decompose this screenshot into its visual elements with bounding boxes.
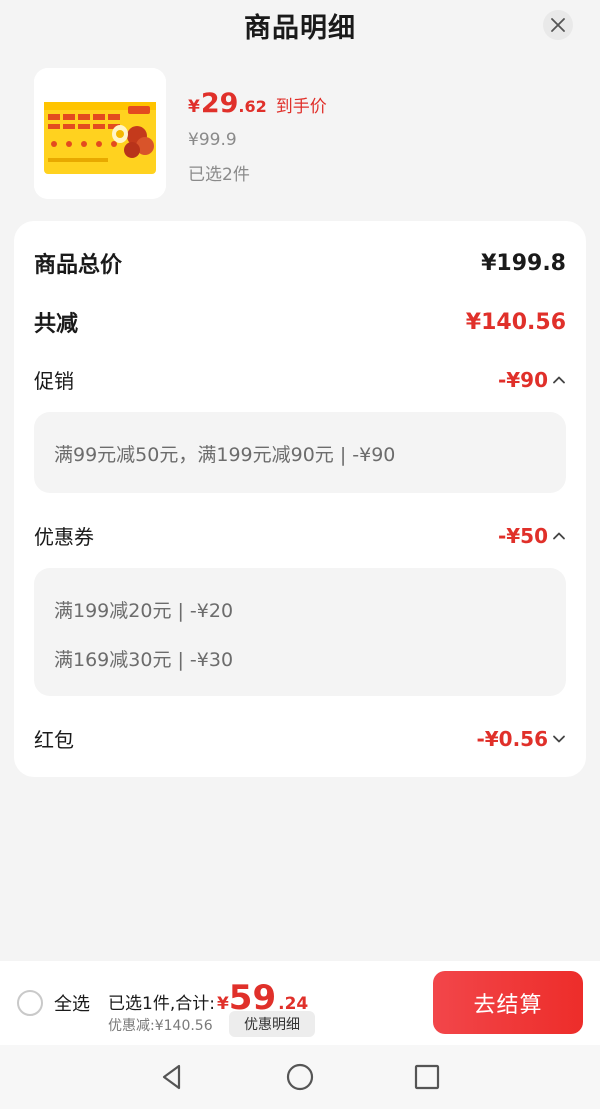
redpacket-value: -¥0.56 (476, 726, 548, 751)
price-symbol: ¥ (188, 97, 200, 117)
close-button[interactable] (543, 10, 573, 40)
page-title: 商品明细 (244, 13, 356, 44)
select-all-checkbox[interactable] (17, 990, 43, 1016)
checkout-button[interactable]: 去结算 (433, 971, 583, 1034)
total-price-label: 商品总价 (34, 253, 123, 278)
chevron-up-icon[interactable] (552, 373, 566, 387)
order-total-label: 已选1件,合计: (108, 994, 215, 1014)
promo-row[interactable]: 促销 -¥90 (34, 365, 566, 394)
total-reduce-label: 共减 (34, 312, 79, 337)
redpacket-row[interactable]: 红包 -¥0.56 (34, 724, 566, 753)
header: 商品明细 (0, 0, 600, 52)
original-price: ¥99.9 (188, 130, 237, 150)
recents-icon[interactable] (411, 1061, 443, 1093)
discount-detail-button[interactable]: 优惠明细 (229, 1011, 315, 1037)
coupon-detail-line: 满169减30元 | -¥30 (54, 649, 234, 671)
price-integer: 29 (200, 88, 239, 119)
promo-detail-box: 满99元减50元，满199元减90元 | -¥90 (34, 412, 566, 493)
close-icon (551, 18, 565, 32)
coupon-value: -¥50 (497, 523, 548, 548)
bottom-bar: 全选 已选1件,合计: ¥ 59 .24 优惠减:¥140.56 优惠明细 去结… (0, 961, 600, 1045)
price-tag: 到手价 (275, 97, 327, 117)
discount-amount: 优惠减:¥140.56 (108, 1018, 213, 1034)
redpacket-label: 红包 (34, 728, 74, 752)
select-all-label[interactable]: 全选 (54, 990, 90, 1016)
coupon-detail-line: 满199减20元 | -¥20 (54, 600, 234, 622)
promo-detail-line: 满99元减50元，满199元减90元 | -¥90 (54, 444, 396, 466)
price-decimal: .62 (238, 97, 267, 116)
home-icon[interactable] (284, 1061, 316, 1093)
coupon-detail-box: 满199减20元 | -¥20 满169减30元 | -¥30 (34, 568, 566, 696)
total-price-value: ¥199.8 (481, 250, 566, 276)
coupon-label: 优惠券 (34, 525, 94, 549)
order-total-symbol: ¥ (216, 994, 229, 1014)
selected-count: 已选2件 (188, 165, 250, 185)
price-summary-card: 商品总价 ¥199.8 共减 ¥140.56 促销 -¥90 满99元减50元，… (14, 221, 586, 777)
promo-value: -¥90 (497, 367, 548, 392)
chevron-down-icon[interactable] (552, 732, 566, 746)
total-reduce-row: 共减 ¥140.56 (34, 306, 566, 338)
product-price: ¥ 29 .62 到手价 (188, 88, 327, 122)
promo-label: 促销 (34, 369, 74, 393)
product-image (34, 68, 166, 199)
coupon-row[interactable]: 优惠券 -¥50 (34, 521, 566, 550)
chevron-up-icon[interactable] (552, 529, 566, 543)
total-price-row: 商品总价 ¥199.8 (34, 247, 566, 279)
system-nav-bar (0, 1045, 600, 1109)
back-icon[interactable] (156, 1061, 188, 1093)
total-reduce-value: ¥140.56 (465, 309, 566, 335)
